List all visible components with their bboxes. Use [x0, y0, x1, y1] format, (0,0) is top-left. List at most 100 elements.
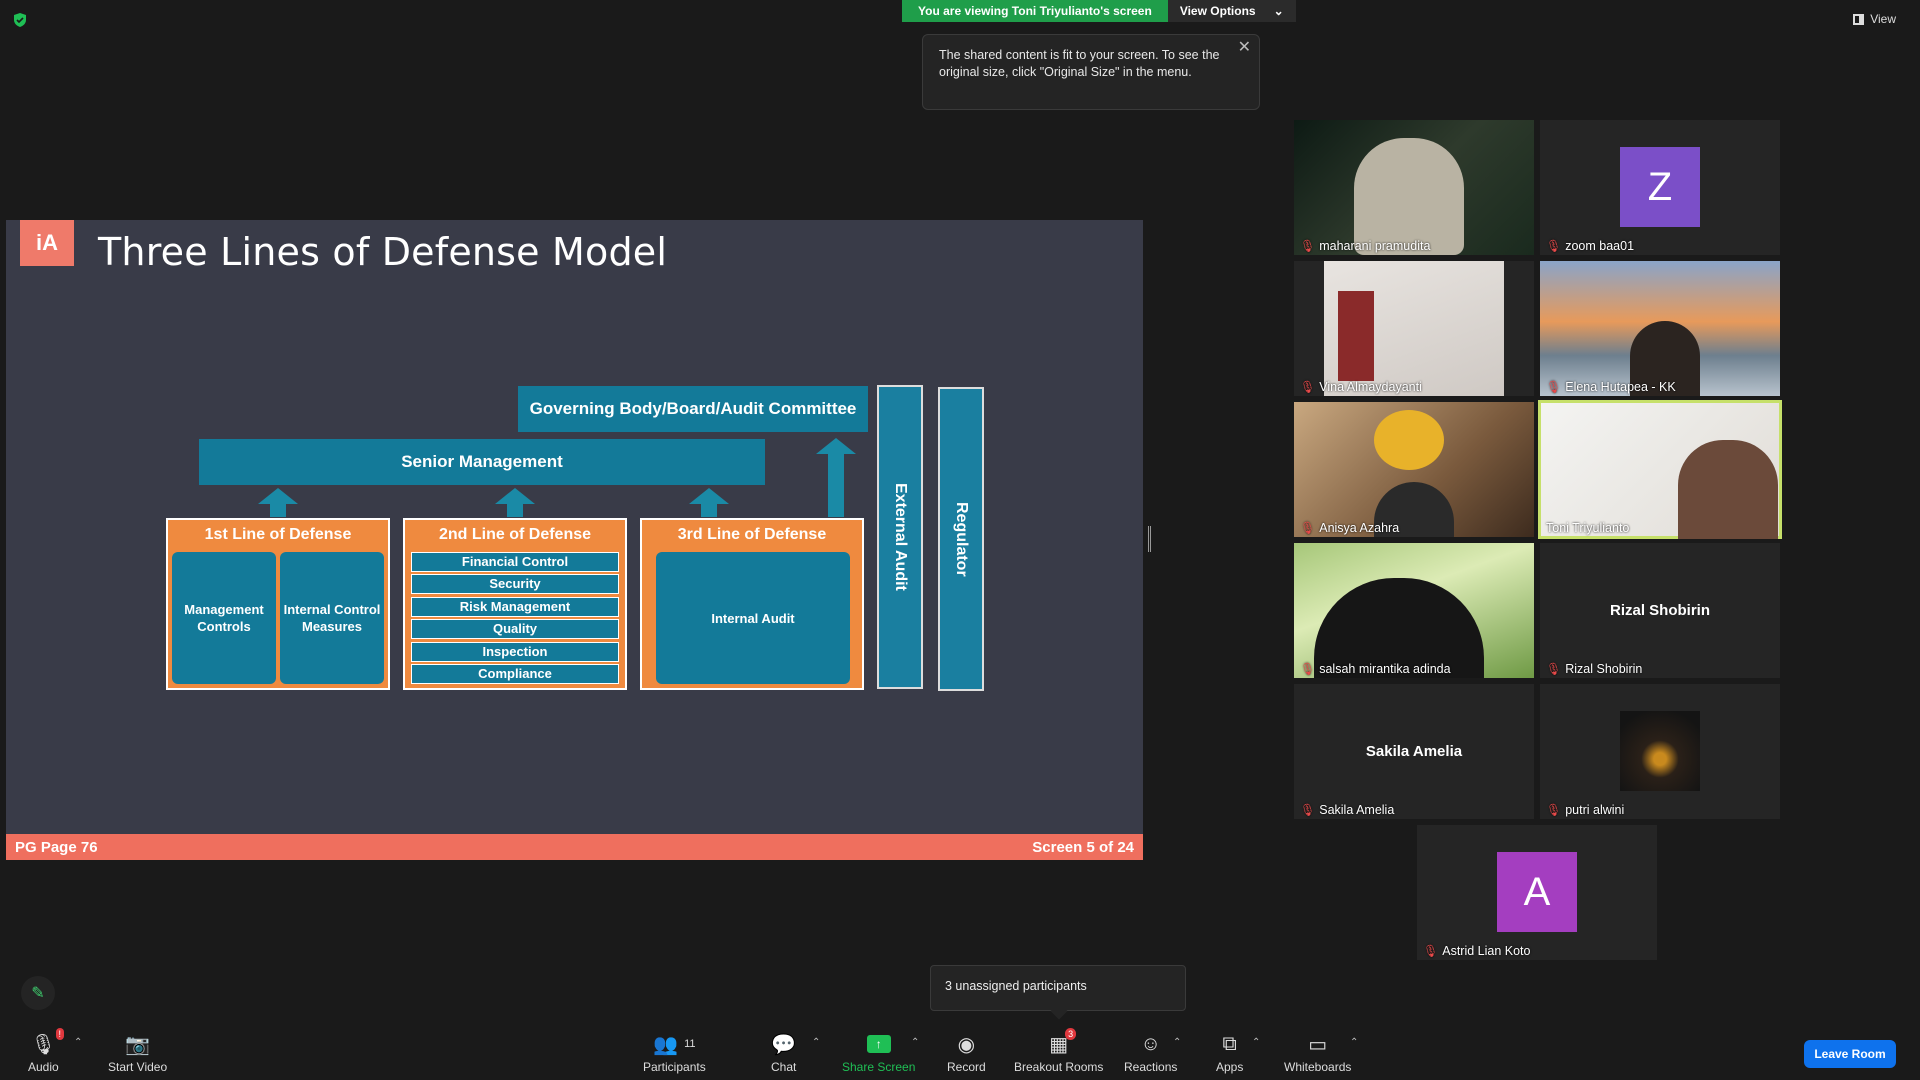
video-tile[interactable]: 🎙 salsah mirantika adinda	[1294, 543, 1534, 678]
apps-icon: ⧉	[1222, 1032, 1237, 1055]
video-tile[interactable]: Rizal Shobirin 🎙 Rizal Shobirin	[1540, 543, 1780, 678]
participant-name: 🎙 maharani pramudita	[1300, 239, 1430, 253]
participant-name: 🎙 Astrid Lian Koto	[1423, 944, 1530, 958]
split-resize-handle[interactable]	[1148, 526, 1151, 552]
reactions-icon: ☺	[1140, 1032, 1161, 1055]
audio-button[interactable]: 🎙! Audio	[28, 1028, 65, 1074]
list-item: Security	[411, 574, 619, 595]
participant-name: Toni Triyulianto	[1546, 521, 1629, 535]
share-screen-button[interactable]: ↑ Share Screen	[842, 1032, 915, 1074]
list-item: Inspection	[411, 641, 619, 662]
video-tile[interactable]: A 🎙 Astrid Lian Koto	[1417, 825, 1657, 960]
participant-display-name: Rizal Shobirin	[1609, 602, 1710, 619]
whiteboards-caret-icon[interactable]: ⌃	[1350, 1037, 1358, 1048]
annotate-pencil-icon[interactable]: ✎	[21, 976, 55, 1010]
mic-muted-icon: 🎙	[1546, 662, 1562, 676]
breakout-rooms-button[interactable]: ▦ 3 Breakout Rooms	[1014, 1028, 1104, 1074]
whiteboards-button[interactable]: ▭ Whiteboards	[1284, 1032, 1352, 1075]
shared-screen[interactable]: iA Three Lines of Defense Model Governin…	[6, 220, 1143, 860]
mic-muted-icon: 🎙	[1300, 521, 1316, 535]
list-item: Financial Control	[411, 552, 619, 572]
audio-label: Audio	[28, 1060, 59, 1074]
mic-muted-icon: 🎙	[1546, 380, 1562, 394]
video-tile[interactable]: Sakila Amelia 🎙 Sakila Amelia	[1294, 684, 1534, 819]
apps-button[interactable]: ⧉ Apps	[1216, 1032, 1243, 1075]
chat-caret-icon[interactable]: ⌃	[812, 1037, 820, 1048]
whiteboards-label: Whiteboards	[1284, 1060, 1352, 1074]
participant-display-name: Sakila Amelia	[1365, 743, 1463, 760]
breakout-rooms-icon: ▦ 3	[1049, 1028, 1077, 1056]
participant-name: 🎙 Rizal Shobirin	[1546, 662, 1642, 676]
external-audit-bar: External Audit	[877, 385, 923, 689]
internal-control-measures-box: Internal Control Measures	[280, 552, 384, 684]
slide-title: Three Lines of Defense Model	[98, 230, 668, 274]
mic-muted-icon: 🎙	[1300, 803, 1316, 817]
viewing-status: You are viewing Toni Triyulianto's scree…	[902, 0, 1168, 22]
apps-caret-icon[interactable]: ⌃	[1252, 1037, 1260, 1048]
chat-button[interactable]: 💬 Chat	[771, 1032, 796, 1075]
unassigned-participants-popup[interactable]: 3 unassigned participants	[930, 965, 1186, 1011]
share-screen-icon: ↑	[866, 1035, 891, 1053]
video-tile[interactable]: 🎙 maharani pramudita	[1294, 120, 1534, 255]
video-tile[interactable]: Z 🎙 zoom baa01	[1540, 120, 1780, 255]
fit-screen-tooltip: The shared content is fit to your screen…	[922, 34, 1260, 110]
share-screen-label: Share Screen	[842, 1060, 916, 1074]
participant-name: 🎙 putri alwini	[1546, 803, 1624, 817]
audio-caret-icon[interactable]: ⌃	[74, 1037, 82, 1048]
reactions-button[interactable]: ☺ Reactions	[1124, 1032, 1177, 1075]
regulator-bar: Regulator	[938, 387, 984, 691]
participant-name-text: maharani pramudita	[1319, 239, 1431, 253]
list-item: Compliance	[411, 663, 619, 684]
participant-video	[1678, 440, 1778, 539]
line2-header: 2nd Line of Defense	[438, 526, 592, 543]
participant-name-text: zoom baa01	[1565, 239, 1635, 253]
senior-management-box: Senior Management	[199, 439, 765, 485]
governing-body-box: Governing Body/Board/Audit Committee	[518, 386, 868, 432]
participant-name: 🎙 Elena Hutapea - KK	[1546, 380, 1676, 394]
participants-label: Participants	[643, 1060, 706, 1074]
microphone-icon: 🎙!	[31, 1028, 65, 1056]
line1-header: 1st Line of Defense	[204, 526, 352, 543]
video-tile[interactable]: 🎙 Anisya Azahra	[1294, 402, 1534, 537]
management-controls-box: Management Controls	[172, 552, 276, 684]
record-button[interactable]: ◉ Record	[947, 1032, 986, 1075]
list-item: Risk Management	[411, 596, 619, 617]
video-tile[interactable]: 🎙 Elena Hutapea - KK	[1540, 261, 1780, 396]
reactions-caret-icon[interactable]: ⌃	[1173, 1037, 1181, 1048]
participant-video	[1354, 138, 1464, 255]
share-caret-icon[interactable]: ⌃	[911, 1037, 919, 1048]
participants-count: 11	[684, 1038, 696, 1050]
video-off-icon: 📷	[125, 1033, 151, 1056]
meeting-toolbar: 🎙! Audio ⌃ 📷 Start Video 👥 11 Participant…	[0, 1024, 1920, 1080]
slide-footer: PG Page 76 Screen 5 of 24	[6, 834, 1143, 860]
regulator-label: Regulator	[953, 501, 970, 577]
tooltip-text: The shared content is fit to your screen…	[939, 48, 1220, 79]
participants-button[interactable]: 👥 11 Participants	[643, 1032, 706, 1075]
view-options-button[interactable]: View Options ⌄	[1167, 0, 1296, 22]
iia-logo: iA	[20, 220, 74, 266]
participant-video	[1374, 410, 1444, 470]
close-icon[interactable]: ✕	[1238, 39, 1251, 56]
view-label: View	[1870, 12, 1896, 26]
participant-name: 🎙 Sakila Amelia	[1300, 803, 1394, 817]
view-button[interactable]: View	[1853, 12, 1896, 26]
video-tile[interactable]: 🎙 putri alwini	[1540, 684, 1780, 819]
line3-header: 3rd Line of Defense	[677, 526, 827, 543]
participant-name: 🎙 salsah mirantika adinda	[1300, 662, 1451, 676]
list-item: Quality	[411, 619, 619, 640]
whiteboard-icon: ▭	[1308, 1033, 1328, 1056]
mic-muted-icon: 🎙	[1546, 239, 1562, 253]
leave-room-button[interactable]: Leave Room	[1804, 1040, 1896, 1068]
video-tile[interactable]: 🎙 Vina Almaydayanti	[1294, 261, 1534, 396]
active-speaker-tile[interactable]: Toni Triyulianto	[1538, 400, 1782, 539]
second-line-of-defense: 2nd Line of Defense Financial Control Se…	[403, 518, 627, 690]
start-video-button[interactable]: 📷 Start Video	[108, 1032, 167, 1075]
breakout-count-badge: 3	[1065, 1028, 1077, 1040]
avatar: A	[1497, 852, 1577, 932]
security-shield-icon[interactable]	[12, 12, 28, 28]
mic-muted-icon: 🎙	[1300, 239, 1316, 253]
participant-name: 🎙 zoom baa01	[1546, 239, 1634, 253]
participant-name-text: Sakila Amelia	[1319, 803, 1395, 817]
participant-name-text: Astrid Lian Koto	[1442, 944, 1531, 958]
breakout-rooms-label: Breakout Rooms	[1014, 1060, 1104, 1074]
